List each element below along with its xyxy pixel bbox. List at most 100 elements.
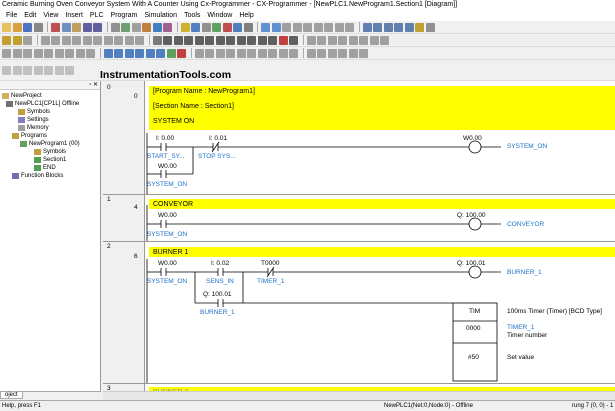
tool-icon[interactable] xyxy=(65,65,74,75)
tool-icon[interactable] xyxy=(61,35,71,45)
tool-icon[interactable] xyxy=(156,48,165,58)
select-icon[interactable] xyxy=(152,35,162,45)
tool-icon[interactable] xyxy=(313,22,323,32)
menu-insert[interactable]: Insert xyxy=(65,12,83,19)
contact-or-icon[interactable] xyxy=(184,35,193,45)
tree-symbols[interactable]: Symbols xyxy=(18,109,50,115)
coil-nc-icon[interactable] xyxy=(236,35,246,45)
tool-icon[interactable] xyxy=(247,48,256,58)
tool-icon[interactable] xyxy=(271,22,281,32)
tool-icon[interactable] xyxy=(177,48,186,58)
coil-symbol[interactable]: SYSTEM_ON xyxy=(507,143,547,150)
tool-icon[interactable] xyxy=(201,22,211,32)
tool-icon[interactable] xyxy=(289,35,298,45)
contact-symbol[interactable]: TIMER_1 xyxy=(257,278,284,285)
tool-icon[interactable] xyxy=(124,35,134,45)
contact-no-icon[interactable] xyxy=(163,35,172,45)
tree-plc[interactable]: NewPLC1[CP1L] Offline xyxy=(6,101,79,107)
tool-icon[interactable] xyxy=(163,22,172,32)
tool-icon[interactable] xyxy=(404,22,414,32)
tool-icon[interactable] xyxy=(338,48,347,58)
tool-icon[interactable] xyxy=(324,22,333,32)
tool-icon[interactable] xyxy=(348,48,358,58)
tool-icon[interactable] xyxy=(383,22,393,32)
tool-icon[interactable] xyxy=(114,35,123,45)
print-icon[interactable] xyxy=(33,22,43,32)
redo-icon[interactable] xyxy=(93,22,102,32)
tool-icon[interactable] xyxy=(145,48,155,58)
tool-icon[interactable] xyxy=(51,35,60,45)
tool-icon[interactable] xyxy=(205,48,214,58)
menu-window[interactable]: Window xyxy=(207,12,232,19)
tool-icon[interactable] xyxy=(233,22,242,32)
tree-program[interactable]: NewProgram1 (00) xyxy=(20,141,80,147)
tool-icon[interactable] xyxy=(359,48,368,58)
coil-icon[interactable] xyxy=(226,35,235,45)
tool-icon[interactable] xyxy=(306,35,316,45)
tool-icon[interactable] xyxy=(303,22,312,32)
tool-icon[interactable] xyxy=(23,35,32,45)
warning-icon[interactable] xyxy=(180,22,190,32)
tool-icon[interactable] xyxy=(44,48,53,58)
replace-icon[interactable] xyxy=(121,22,130,32)
tree-programs[interactable]: Programs xyxy=(12,133,47,139)
tree-memory[interactable]: Memory xyxy=(18,125,49,131)
tool-icon[interactable] xyxy=(345,22,354,32)
tool-icon[interactable] xyxy=(33,48,43,58)
find-icon[interactable] xyxy=(110,22,120,32)
tool-icon[interactable] xyxy=(114,48,123,58)
tool-icon[interactable] xyxy=(306,48,316,58)
paste-icon[interactable] xyxy=(72,22,81,32)
tool-icon[interactable] xyxy=(152,22,162,32)
tool-icon[interactable] xyxy=(135,48,144,58)
tool-icon[interactable] xyxy=(72,35,81,45)
tree-settings[interactable]: Settings xyxy=(18,117,49,123)
tool-icon[interactable] xyxy=(226,48,235,58)
tool-icon[interactable] xyxy=(40,35,50,45)
tool-icon[interactable] xyxy=(317,48,326,58)
tool-icon[interactable] xyxy=(394,22,403,32)
tool-icon[interactable] xyxy=(317,35,326,45)
tool-icon[interactable] xyxy=(65,48,74,58)
menu-view[interactable]: View xyxy=(43,12,58,19)
tool-icon[interactable] xyxy=(86,48,95,58)
contact-symbol[interactable]: STOP SYS... xyxy=(198,153,236,160)
tree-section[interactable]: Section1 xyxy=(34,157,66,163)
tool-icon[interactable] xyxy=(215,48,225,58)
tool-icon[interactable] xyxy=(373,22,382,32)
tool-icon[interactable] xyxy=(380,35,389,45)
vertical-line-icon[interactable] xyxy=(205,35,214,45)
tool-icon[interactable] xyxy=(142,22,151,32)
menu-edit[interactable]: Edit xyxy=(24,12,36,19)
menu-plc[interactable]: PLC xyxy=(90,12,104,19)
tool-icon[interactable] xyxy=(12,65,22,75)
contact-symbol[interactable]: START_SY... xyxy=(147,153,185,160)
tool-icon[interactable] xyxy=(191,22,200,32)
contact-symbol[interactable]: SENS_IN xyxy=(206,278,234,285)
horizontal-scrollbar[interactable] xyxy=(103,391,615,400)
tool-icon[interactable] xyxy=(243,22,253,32)
tool-icon[interactable] xyxy=(338,35,347,45)
tool-icon[interactable] xyxy=(278,48,288,58)
tool-icon[interactable] xyxy=(257,35,267,45)
contact-symbol[interactable]: BURNER_1 xyxy=(200,309,235,316)
tool-icon[interactable] xyxy=(131,22,141,32)
tool-icon[interactable] xyxy=(194,48,204,58)
contact-symbol[interactable]: SYSTEM_ON xyxy=(147,231,187,238)
tree-end[interactable]: END xyxy=(34,165,56,171)
tool-icon[interactable] xyxy=(327,35,337,45)
tool-icon[interactable] xyxy=(415,22,424,32)
tool-icon[interactable] xyxy=(369,35,379,45)
timer-instruction[interactable]: TIM xyxy=(469,308,480,315)
contact-nc-icon[interactable] xyxy=(173,35,183,45)
copy-icon[interactable] xyxy=(61,22,71,32)
tool-icon[interactable] xyxy=(82,35,92,45)
menu-program[interactable]: Program xyxy=(111,12,138,19)
horizontal-line-icon[interactable] xyxy=(215,35,225,45)
contact-symbol[interactable]: SYSTEM_ON xyxy=(147,181,187,188)
tool-icon[interactable] xyxy=(327,48,337,58)
tool-icon[interactable] xyxy=(268,48,277,58)
timer-symbol[interactable]: TIMER_1 xyxy=(507,324,534,331)
tool-icon[interactable] xyxy=(75,48,85,58)
tool-icon[interactable] xyxy=(135,35,144,45)
